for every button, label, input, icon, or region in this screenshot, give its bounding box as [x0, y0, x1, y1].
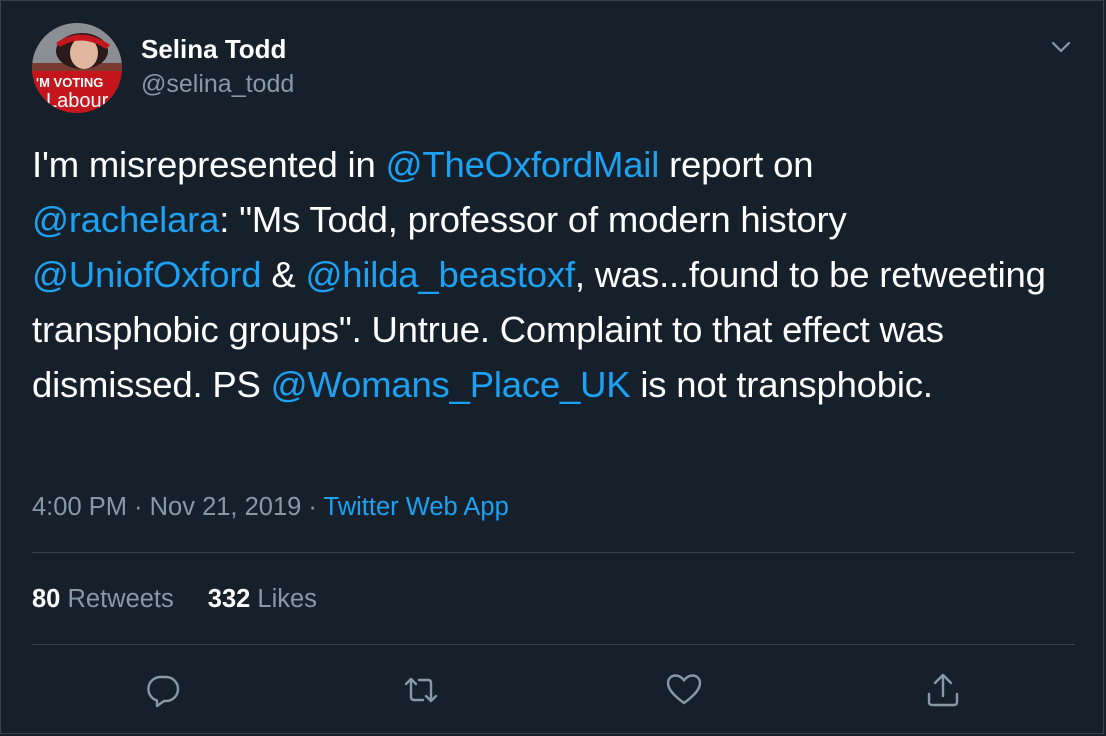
likes-label: Likes	[257, 585, 317, 613]
tweet-time[interactable]: 4:00 PM	[32, 493, 127, 521]
author-name[interactable]: Selina Todd	[141, 34, 286, 64]
tweet-text: I'm misrepresented in @TheOxfordMail rep…	[32, 137, 1082, 412]
retweets-stat[interactable]: 80 Retweets	[32, 585, 174, 613]
avatar-badge-top: 'M VOTING	[36, 75, 103, 90]
meta-separator: ·	[301, 493, 324, 521]
tweet-source-link[interactable]: Twitter Web App	[324, 493, 509, 521]
tweet-meta: 4:00 PM · Nov 21, 2019 · Twitter Web App	[32, 491, 509, 523]
mention-link[interactable]: @UniofOxford	[32, 254, 262, 295]
retweet-button[interactable]	[401, 670, 441, 710]
heart-icon	[666, 674, 702, 705]
reply-button[interactable]	[143, 670, 183, 710]
author-handle[interactable]: @selina_todd	[141, 69, 294, 99]
tweet-date[interactable]: Nov 21, 2019	[150, 493, 302, 521]
tweet-card: 'M VOTING Labour Selina Todd @selina_tod…	[0, 0, 1104, 734]
like-button[interactable]	[664, 670, 704, 710]
avatar-image: 'M VOTING Labour	[32, 23, 122, 113]
retweets-label: Retweets	[67, 585, 174, 613]
tweet-text-segment: &	[261, 254, 306, 295]
avatar-badge-bottom: Labour	[46, 90, 109, 112]
tweet-stats: 80 Retweets 332 Likes	[32, 583, 317, 615]
share-button[interactable]	[923, 670, 963, 710]
likes-count: 332	[207, 585, 251, 613]
tweet-text-segment: is not transphobic.	[630, 364, 933, 405]
tweet-text-segment: report on	[659, 144, 814, 185]
avatar[interactable]: 'M VOTING Labour	[32, 23, 122, 113]
chevron-down-icon[interactable]	[1047, 33, 1075, 61]
retweet-icon	[404, 677, 438, 703]
reply-icon	[147, 675, 180, 708]
mention-link[interactable]: @rachelara	[32, 199, 219, 240]
tweet-text-segment: I'm misrepresented in	[32, 144, 386, 185]
likes-stat[interactable]: 332 Likes	[208, 585, 317, 613]
tweet-text-segment: : "Ms Todd, professor of modern history	[219, 199, 847, 240]
mention-link[interactable]: @Womans_Place_UK	[271, 364, 631, 405]
retweets-count: 80	[32, 585, 61, 613]
divider	[32, 552, 1075, 553]
share-icon	[927, 673, 959, 707]
mention-link[interactable]: @TheOxfordMail	[386, 144, 660, 185]
mention-link[interactable]: @hilda_beastoxf	[305, 254, 575, 295]
meta-separator: ·	[126, 493, 150, 521]
divider	[32, 644, 1075, 645]
